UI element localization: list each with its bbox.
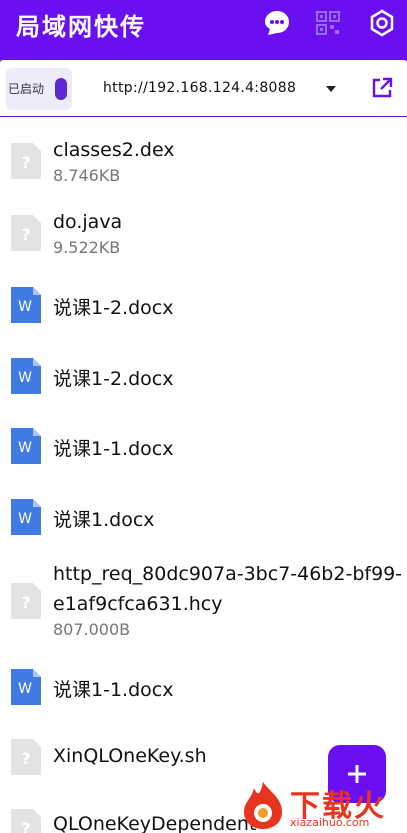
file-item[interactable]: W 说课1-1.docx: [0, 426, 407, 470]
app-title: 局域网快传: [16, 13, 146, 41]
server-bar: 已启动 http://192.168.124.4:8088: [0, 60, 407, 116]
file-name: classes2.dex: [53, 139, 175, 161]
open-in-browser-icon[interactable]: [370, 76, 394, 100]
file-item[interactable]: W 说课1-2.docx: [0, 285, 407, 329]
file-item[interactable]: W 说课1.docx: [0, 497, 407, 541]
file-name: 说课1-2.docx: [53, 297, 174, 319]
file-size: 807.000B: [53, 620, 131, 639]
file-name: 说课1-1.docx: [53, 679, 174, 701]
file-list: ? classes2.dex 8.746KB ? do.java 9.522KB…: [0, 117, 407, 833]
file-size: 9.522KB: [53, 238, 121, 257]
svg-text:?: ?: [21, 153, 30, 172]
file-size: 8.746KB: [53, 166, 121, 185]
file-name: XinQLOneKey.sh: [53, 745, 207, 767]
svg-text:?: ?: [21, 593, 30, 612]
qr-code-icon[interactable]: [313, 8, 343, 38]
svg-text:W: W: [18, 511, 32, 527]
server-toggle-label: 已启动: [8, 82, 45, 96]
server-url[interactable]: http://192.168.124.4:8088: [103, 80, 296, 96]
watermark: 下载火 xiazaihuo.com: [232, 778, 407, 833]
server-toggle[interactable]: 已启动: [6, 68, 72, 110]
svg-text:W: W: [18, 440, 32, 456]
file-item[interactable]: ? do.java 9.522KB: [0, 207, 407, 267]
dropdown-arrow-icon[interactable]: [325, 84, 337, 94]
file-name: http_req_80dc907a-3bc7-46b2-bf99-e1af9cf…: [53, 563, 403, 615]
file-name: 说课1.docx: [53, 509, 155, 531]
word-document-icon: W: [11, 428, 41, 464]
svg-text:W: W: [18, 370, 32, 386]
unknown-file-icon: ?: [11, 809, 41, 833]
unknown-file-icon: ?: [11, 583, 41, 619]
svg-text:W: W: [18, 299, 32, 315]
file-item[interactable]: ? classes2.dex 8.746KB: [0, 135, 407, 195]
svg-text:W: W: [18, 681, 32, 697]
unknown-file-icon: ?: [11, 215, 41, 251]
file-item[interactable]: W 说课1-2.docx: [0, 356, 407, 400]
svg-text:?: ?: [21, 225, 30, 244]
svg-text:?: ?: [21, 749, 30, 768]
watermark-subtext: xiazaihuo.com: [290, 816, 370, 829]
flame-logo-icon: [244, 782, 282, 829]
word-document-icon: W: [11, 669, 41, 705]
gear-icon[interactable]: [367, 8, 397, 38]
toggle-knob: [55, 78, 67, 100]
file-name: do.java: [53, 211, 123, 233]
file-name: QLOneKeyDependent: [53, 813, 257, 833]
chat-icon[interactable]: [262, 8, 292, 38]
file-item[interactable]: ? http_req_80dc907a-3bc7-46b2-bf99-e1af9…: [0, 557, 407, 647]
word-document-icon: W: [11, 358, 41, 394]
unknown-file-icon: ?: [11, 143, 41, 179]
svg-text:?: ?: [21, 819, 30, 833]
unknown-file-icon: ?: [11, 739, 41, 775]
word-document-icon: W: [11, 287, 41, 323]
file-name: 说课1-1.docx: [53, 438, 174, 460]
file-name: 说课1-2.docx: [53, 368, 174, 390]
word-document-icon: W: [11, 499, 41, 535]
file-item[interactable]: W 说课1-1.docx: [0, 667, 407, 711]
